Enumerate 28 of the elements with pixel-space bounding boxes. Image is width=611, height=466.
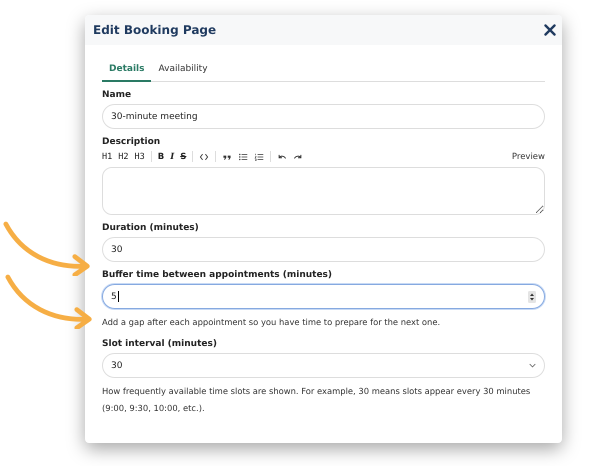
- field-label: Name: [102, 90, 132, 100]
- close-icon[interactable]: [544, 24, 556, 36]
- input-field[interactable]: 30-minute meeting: [102, 104, 545, 129]
- field-label: Duration (minutes): [102, 223, 200, 233]
- description-field[interactable]: [102, 167, 545, 215]
- chevron-down-icon: [529, 363, 536, 368]
- format-button[interactable]: S: [180, 152, 186, 162]
- help-text: Add a gap after each appointment so you have time to prepare for the next one.: [102, 316, 442, 329]
- format-button[interactable]: H1: [102, 152, 112, 162]
- format-button[interactable]: H2: [118, 152, 128, 162]
- help-text: How frequently available time slots are shown. For example, 30 means slots appear every 30 minutes (9:00, 9:30, 10:00, etc.).: [102, 385, 532, 415]
- format-button[interactable]: I: [170, 152, 174, 162]
- format-button[interactable]: H3: [134, 152, 145, 162]
- code-icon[interactable]: [199, 152, 210, 162]
- tab[interactable]: Availability: [151, 59, 215, 82]
- input-field[interactable]: 5: [102, 284, 545, 309]
- input-field[interactable]: 30: [102, 237, 545, 262]
- field-label: Description: [102, 137, 162, 147]
- dialog-title: Edit Booking Page: [93, 23, 216, 37]
- field-label: Buffer time between appointments (minutes): [102, 270, 334, 280]
- numbered-list-icon[interactable]: [254, 152, 264, 162]
- dropdown[interactable]: 30: [102, 353, 545, 378]
- tab[interactable]: Details: [102, 59, 152, 82]
- preview-button[interactable]: Preview: [512, 152, 545, 162]
- format-button[interactable]: B: [158, 152, 164, 162]
- bullet-list-icon[interactable]: [238, 152, 248, 162]
- field-label: Slot interval (minutes): [102, 339, 218, 349]
- spinner-icon[interactable]: [528, 290, 536, 302]
